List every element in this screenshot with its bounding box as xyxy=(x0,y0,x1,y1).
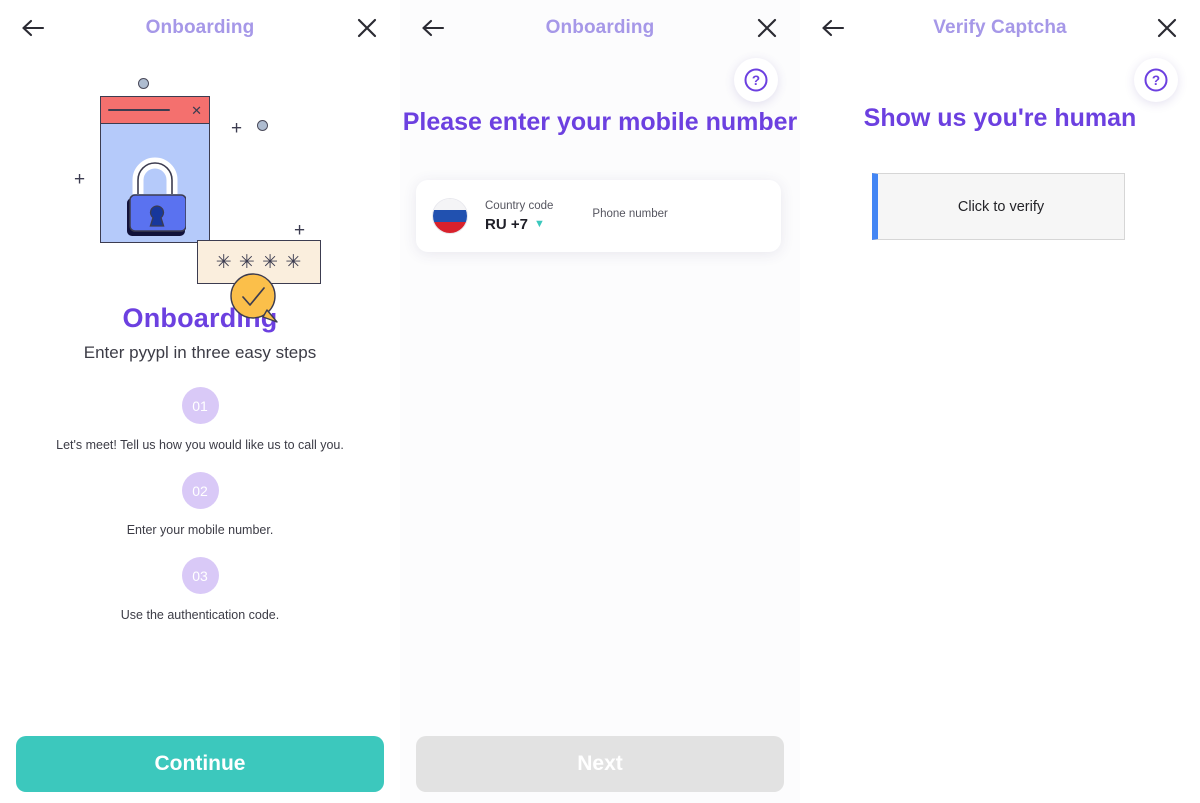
close-button-screen2[interactable] xyxy=(750,11,784,45)
screen-onboarding-intro: Onboarding + + + ✕ ✳ ✳ ✳ ✳ Onboarding En… xyxy=(0,0,400,803)
phone-number-label: Phone number xyxy=(592,208,668,220)
back-button-screen2[interactable] xyxy=(416,11,450,45)
list-item: 01 Let's meet! Tell us how you would lik… xyxy=(0,387,400,452)
back-button-screen3[interactable] xyxy=(816,11,850,45)
browser-close-icon: ✕ xyxy=(191,102,202,118)
topbar-screen1: Onboarding xyxy=(0,0,400,56)
phone-number-field[interactable]: Phone number xyxy=(592,208,667,224)
country-code-value: RU +7 ▼ xyxy=(485,216,553,233)
decor-dot-2 xyxy=(257,120,268,131)
page-subtitle: Enter pyypl in three easy steps xyxy=(83,343,317,362)
screen-title-3: Verify Captcha xyxy=(933,17,1067,38)
page-title: Onboarding xyxy=(122,303,278,333)
help-circle-icon: ? xyxy=(744,68,768,92)
close-icon xyxy=(757,18,777,38)
intro-heading-block: Onboarding Enter pyypl in three easy ste… xyxy=(0,303,400,363)
step-number-badge: 01 xyxy=(181,387,219,424)
continue-button[interactable]: Continue xyxy=(16,736,384,792)
browser-window-titlebar: ✕ xyxy=(101,97,209,124)
arrow-left-icon xyxy=(822,19,845,37)
back-button-screen1[interactable] xyxy=(16,11,50,45)
topbar-screen2: Onboarding xyxy=(400,0,800,56)
help-button-screen3[interactable]: ? xyxy=(1134,58,1178,102)
arrow-left-icon xyxy=(422,19,445,37)
phone-input-card: Country code RU +7 ▼ Phone number xyxy=(416,180,781,252)
arrow-left-icon xyxy=(22,19,45,37)
decor-dot-1 xyxy=(138,78,149,89)
help-circle-icon: ? xyxy=(1144,68,1168,92)
screen-enter-mobile-number: Onboarding ? Please enter your mobile nu… xyxy=(400,0,800,803)
page-title: Please enter your mobile number xyxy=(402,108,798,136)
browser-url-line xyxy=(108,108,170,112)
steps-list: 01 Let's meet! Tell us how you would lik… xyxy=(0,387,400,622)
close-icon xyxy=(357,18,377,38)
screen-title-1: Onboarding xyxy=(145,17,255,38)
screen-verify-captcha: Verify Captcha ? Show us you're human Cl… xyxy=(800,0,1200,803)
list-item: 03 Use the authentication code. xyxy=(0,557,400,622)
country-code-selector[interactable]: Country code RU +7 ▼ xyxy=(485,200,553,233)
decor-plus-3: + xyxy=(294,220,306,241)
next-button[interactable]: Next xyxy=(416,736,784,792)
country-code-label: Country code xyxy=(485,199,554,212)
onboarding-flow-screens: Onboarding + + + ✕ ✳ ✳ ✳ ✳ Onboarding En… xyxy=(0,0,1200,803)
step-description: Enter your mobile number. xyxy=(126,523,274,537)
chevron-down-icon: ▼ xyxy=(533,218,545,230)
decor-plus-2: + xyxy=(231,118,243,139)
russia-flag-icon xyxy=(432,198,468,234)
close-button-screen1[interactable] xyxy=(350,11,384,45)
check-bubble-icon xyxy=(230,273,278,323)
close-icon xyxy=(1157,18,1177,38)
step-number-badge: 03 xyxy=(181,557,219,594)
topbar-screen3: Verify Captcha xyxy=(800,0,1200,56)
step-description: Use the authentication code. xyxy=(120,608,280,622)
country-code-text: RU +7 xyxy=(485,215,528,233)
step-description: Let's meet! Tell us how you would like u… xyxy=(56,438,344,452)
captcha-verify-button[interactable]: Click to verify xyxy=(872,173,1125,240)
screen-title-2: Onboarding xyxy=(545,17,655,38)
decor-plus-1: + xyxy=(74,169,86,190)
svg-text:?: ? xyxy=(752,73,760,88)
padlock-icon xyxy=(127,157,186,236)
security-lock-illustration: + + + ✕ ✳ ✳ ✳ ✳ xyxy=(0,70,400,323)
step-number-badge: 02 xyxy=(181,472,219,509)
page-title: Show us you're human xyxy=(863,104,1137,132)
close-button-screen3[interactable] xyxy=(1150,11,1184,45)
help-button-screen2[interactable]: ? xyxy=(734,58,778,102)
svg-text:?: ? xyxy=(1152,73,1160,88)
list-item: 02 Enter your mobile number. xyxy=(0,472,400,537)
